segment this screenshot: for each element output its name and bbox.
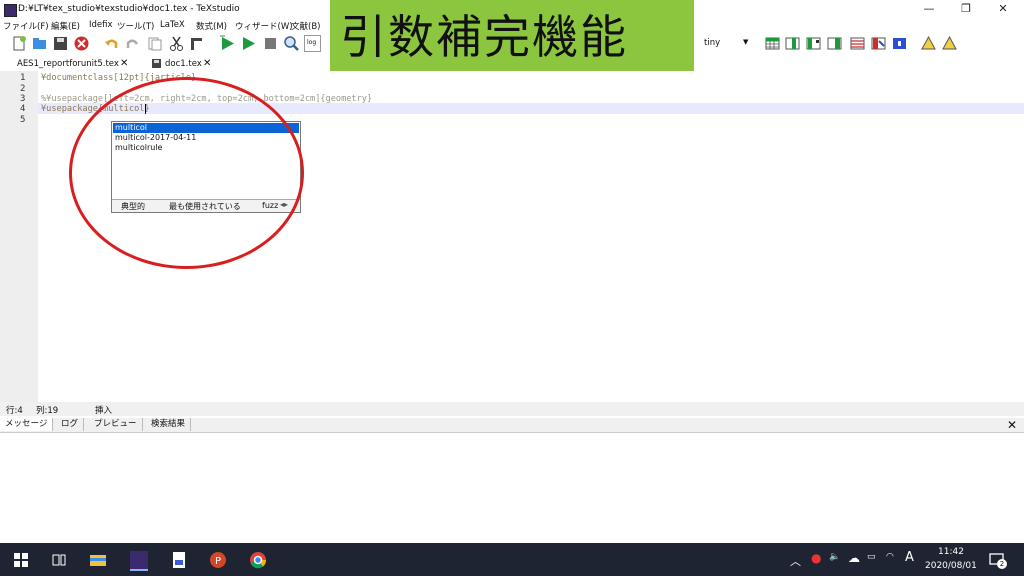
stop-icon[interactable]: [262, 35, 279, 52]
tab-label: doc1.tex: [165, 59, 202, 69]
open-file-icon[interactable]: [31, 35, 48, 52]
line-number: 4: [20, 104, 26, 114]
chrome-icon[interactable]: [249, 551, 267, 569]
annotation-circle: [69, 77, 304, 269]
tab-doc1[interactable]: doc1.tex ✕: [150, 57, 216, 71]
font-size-select[interactable]: tiny ▼: [700, 36, 754, 51]
clock-date[interactable]: 2020/08/01: [925, 561, 977, 571]
menu-wizard[interactable]: ウィザード(W): [235, 20, 293, 32]
save-icon[interactable]: [52, 35, 69, 52]
close-tab-icon[interactable]: ✕: [203, 57, 211, 71]
callout-text: 引数補完機能: [340, 10, 628, 64]
close-document-icon[interactable]: [73, 35, 90, 52]
view-log-icon[interactable]: log: [304, 35, 321, 52]
windows-start-icon[interactable]: [12, 551, 30, 569]
texstudio-app-icon: [4, 4, 17, 17]
volume-icon[interactable]: 🔈: [829, 552, 840, 562]
onedrive-icon[interactable]: ☁: [848, 551, 860, 565]
menu-math[interactable]: 数式(M): [196, 20, 227, 32]
tab-messages[interactable]: メッセージ: [0, 418, 54, 431]
undo-icon[interactable]: [103, 35, 120, 52]
line-number: 1: [20, 73, 26, 83]
texstudio-taskbar-icon[interactable]: [130, 551, 148, 571]
menu-tools[interactable]: ツール(T): [117, 20, 154, 32]
close-panel-icon[interactable]: ✕: [1007, 418, 1017, 432]
bottom-panel-tabs: メッセージ ログ プレビュー 検索結果 ✕: [0, 418, 1024, 433]
view-pdf-icon[interactable]: [283, 35, 300, 52]
status-row: 行:4: [6, 406, 23, 416]
tab-aes1-report[interactable]: AES1_reportforunit5.tex ✕: [17, 57, 137, 71]
close-window-button[interactable]: ✕: [986, 1, 1020, 17]
ime-indicator[interactable]: A: [905, 550, 914, 565]
new-file-icon[interactable]: [11, 35, 28, 52]
minimize-button[interactable]: —: [912, 1, 946, 17]
svg-text:P: P: [215, 556, 221, 567]
menu-bar: ファイル(F) 編集(E) Idefix ツール(T) LaTeX 数式(M) …: [0, 19, 330, 33]
tab-label: AES1_reportforunit5.tex: [17, 59, 119, 69]
menu-bibliography[interactable]: 文献(B): [291, 20, 320, 32]
table-align-icon[interactable]: [826, 35, 843, 52]
restore-button[interactable]: ❐: [949, 1, 983, 17]
menu-latex[interactable]: LaTeX: [160, 20, 185, 30]
task-view-icon[interactable]: [50, 551, 68, 569]
save-icon: [152, 59, 161, 68]
line-number: 5: [20, 115, 26, 125]
warning-icon[interactable]: [920, 35, 937, 52]
line-number: 2: [20, 84, 26, 94]
message-pane: [0, 433, 1024, 543]
table-icon[interactable]: [764, 35, 781, 52]
table-add-column-icon[interactable]: [784, 35, 801, 52]
document-tab-bar: AES1_reportforunit5.tex ✕ doc1.tex ✕: [0, 56, 330, 72]
status-column: 列:19: [36, 406, 59, 416]
copy-icon[interactable]: [146, 35, 163, 52]
compile-icon[interactable]: [240, 35, 257, 52]
tab-preview[interactable]: プレビュー: [89, 418, 143, 431]
chevron-up-icon[interactable]: ︿: [790, 553, 801, 569]
line-number: 3: [20, 94, 26, 104]
menu-edit[interactable]: 編集(E): [51, 20, 80, 32]
paste-icon[interactable]: [188, 35, 205, 52]
table-add-row-icon[interactable]: [849, 35, 866, 52]
battery-icon[interactable]: ▭: [867, 552, 876, 562]
windows-taskbar: P ︿ ● 🔈 ☁ ▭ ◠ A 11:42 2020/08/01 2: [0, 543, 1024, 576]
status-insert-mode: 挿入: [95, 406, 113, 416]
menu-file[interactable]: ファイル(F): [3, 20, 49, 32]
warning-next-icon[interactable]: [941, 35, 958, 52]
redo-icon[interactable]: [124, 35, 141, 52]
table-merge-icon[interactable]: [891, 35, 908, 52]
document-icon[interactable]: [170, 551, 188, 569]
cut-icon[interactable]: [168, 35, 185, 52]
security-tray-icon[interactable]: ●: [811, 551, 821, 565]
tab-search-results[interactable]: 検索結果: [146, 418, 192, 431]
feature-callout-banner: 引数補完機能: [330, 0, 694, 77]
tab-log[interactable]: ログ: [56, 418, 85, 431]
clock-time[interactable]: 11:42: [938, 547, 964, 557]
notification-badge: 2: [997, 559, 1007, 569]
table-remove-column-icon[interactable]: [805, 35, 822, 52]
notification-center-icon[interactable]: 2: [988, 551, 1007, 569]
table-remove-row-icon[interactable]: [870, 35, 887, 52]
status-bar: 行:4 列:19 挿入: [0, 402, 1024, 416]
line-number-gutter: 1 2 3 4 5: [0, 71, 38, 402]
close-tab-icon[interactable]: ✕: [120, 57, 128, 71]
file-explorer-icon[interactable]: [89, 551, 107, 569]
menu-idefix[interactable]: Idefix: [89, 20, 113, 30]
powerpoint-icon[interactable]: P: [209, 551, 227, 569]
window-title: D:¥LT¥tex_studio¥texstudio¥doc1.tex - Te…: [18, 4, 240, 14]
chevron-down-icon: ▼: [743, 38, 749, 46]
wifi-icon[interactable]: ◠: [886, 552, 894, 562]
build-view-icon[interactable]: [219, 35, 236, 52]
